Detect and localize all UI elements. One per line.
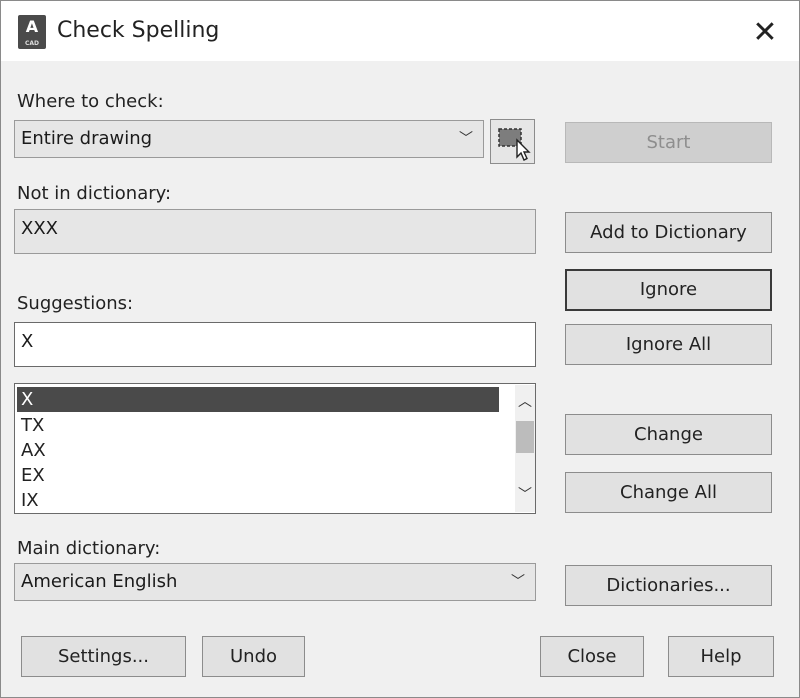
window-title: Check Spelling	[57, 18, 220, 43]
list-item[interactable]: EX	[17, 463, 499, 488]
list-item[interactable]: X	[17, 387, 499, 412]
main-dictionary-label: Main dictionary:	[17, 538, 161, 559]
app-icon-sub: CAD	[24, 40, 40, 47]
undo-button[interactable]: Undo	[202, 636, 305, 677]
ignore-all-button[interactable]: Ignore All	[565, 324, 772, 365]
main-dictionary-value: American English	[21, 571, 178, 592]
close-icon[interactable]: ✕	[745, 13, 785, 53]
list-item[interactable]: IX	[17, 488, 499, 513]
change-all-button[interactable]: Change All	[565, 472, 772, 513]
where-to-check-value: Entire drawing	[21, 128, 153, 149]
start-button[interactable]: Start	[565, 122, 772, 163]
not-in-dictionary-field: XXX	[14, 209, 536, 254]
scroll-down-icon[interactable]: ﹀	[515, 484, 535, 506]
add-to-dictionary-button[interactable]: Add to Dictionary	[565, 212, 772, 253]
not-in-dictionary-label: Not in dictionary:	[17, 183, 172, 204]
select-objects-button[interactable]	[490, 119, 535, 164]
list-item[interactable]: AX	[17, 438, 499, 463]
dictionaries-button[interactable]: Dictionaries...	[565, 565, 772, 606]
select-objects-icon	[498, 128, 531, 161]
check-spelling-dialog: A CAD Check Spelling ✕ Where to check: E…	[0, 0, 800, 698]
change-button[interactable]: Change	[565, 414, 772, 455]
autocad-app-icon: A CAD	[18, 15, 46, 49]
suggestions-scrollbar[interactable]: ︿ ﹀	[515, 385, 535, 512]
suggestion-input-value: X	[21, 331, 34, 352]
suggestions-label: Suggestions:	[17, 293, 134, 314]
not-in-dictionary-value: XXX	[21, 218, 58, 239]
scroll-up-icon[interactable]: ︿	[515, 391, 535, 413]
suggestions-list[interactable]: X TX AX EX IX ︿ ﹀	[14, 383, 536, 514]
main-dictionary-select[interactable]: American English ﹀	[14, 563, 536, 601]
title-bar: A CAD Check Spelling ✕	[1, 1, 799, 61]
app-icon-letter: A	[25, 17, 39, 36]
chevron-down-icon: ﹀	[459, 131, 473, 147]
ignore-button[interactable]: Ignore	[565, 269, 772, 311]
where-to-check-label: Where to check:	[17, 91, 164, 112]
settings-button[interactable]: Settings...	[21, 636, 186, 677]
where-to-check-select[interactable]: Entire drawing ﹀	[14, 120, 484, 158]
close-button[interactable]: Close	[540, 636, 644, 677]
scroll-thumb[interactable]	[516, 421, 534, 453]
chevron-down-icon: ﹀	[511, 574, 525, 590]
help-button[interactable]: Help	[668, 636, 774, 677]
list-item[interactable]: TX	[17, 413, 499, 438]
suggestion-input[interactable]: X	[14, 322, 536, 367]
